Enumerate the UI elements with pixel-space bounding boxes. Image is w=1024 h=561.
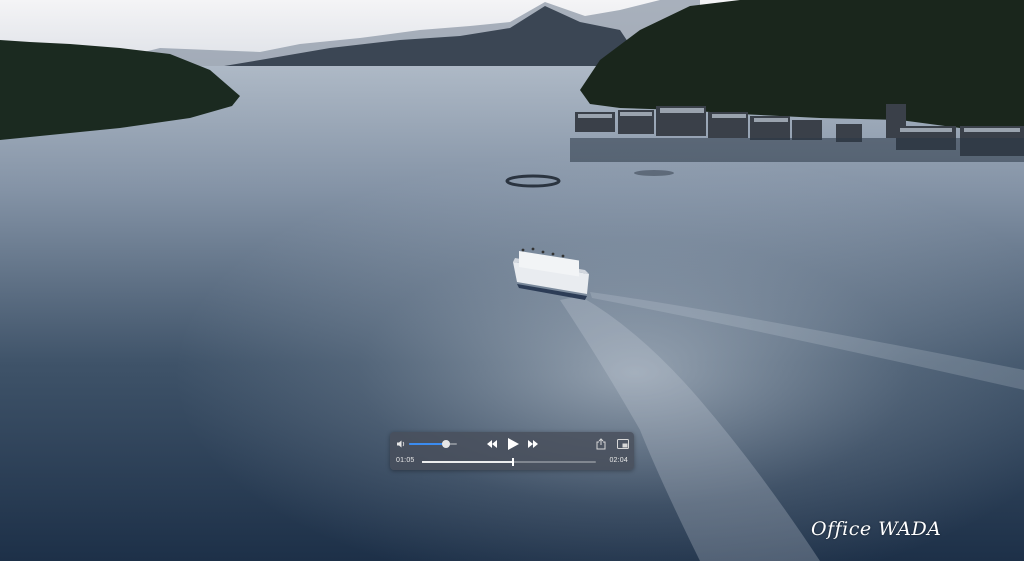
playhead[interactable] bbox=[512, 458, 515, 466]
total-duration: 02:04 bbox=[609, 457, 628, 464]
playback-progress bbox=[422, 461, 514, 463]
share-icon[interactable] bbox=[596, 438, 606, 450]
video-player[interactable]: 01:05 02:04 Office WADA bbox=[0, 0, 1024, 561]
volume-slider[interactable] bbox=[409, 440, 457, 448]
scrubber-bar[interactable] bbox=[422, 458, 596, 466]
rewind-icon[interactable] bbox=[486, 439, 498, 449]
video-frame bbox=[0, 0, 1024, 561]
elapsed-time: 01:05 bbox=[396, 457, 415, 464]
fast-forward-icon[interactable] bbox=[527, 439, 539, 449]
volume-knob[interactable] bbox=[442, 440, 451, 448]
play-icon[interactable] bbox=[506, 437, 520, 451]
watermark-text: Office WADA bbox=[811, 518, 942, 540]
volume-level bbox=[409, 443, 447, 445]
picture-in-picture-icon[interactable] bbox=[617, 439, 629, 449]
speaker-icon[interactable] bbox=[396, 439, 406, 449]
playback-controls[interactable]: 01:05 02:04 bbox=[390, 432, 634, 470]
